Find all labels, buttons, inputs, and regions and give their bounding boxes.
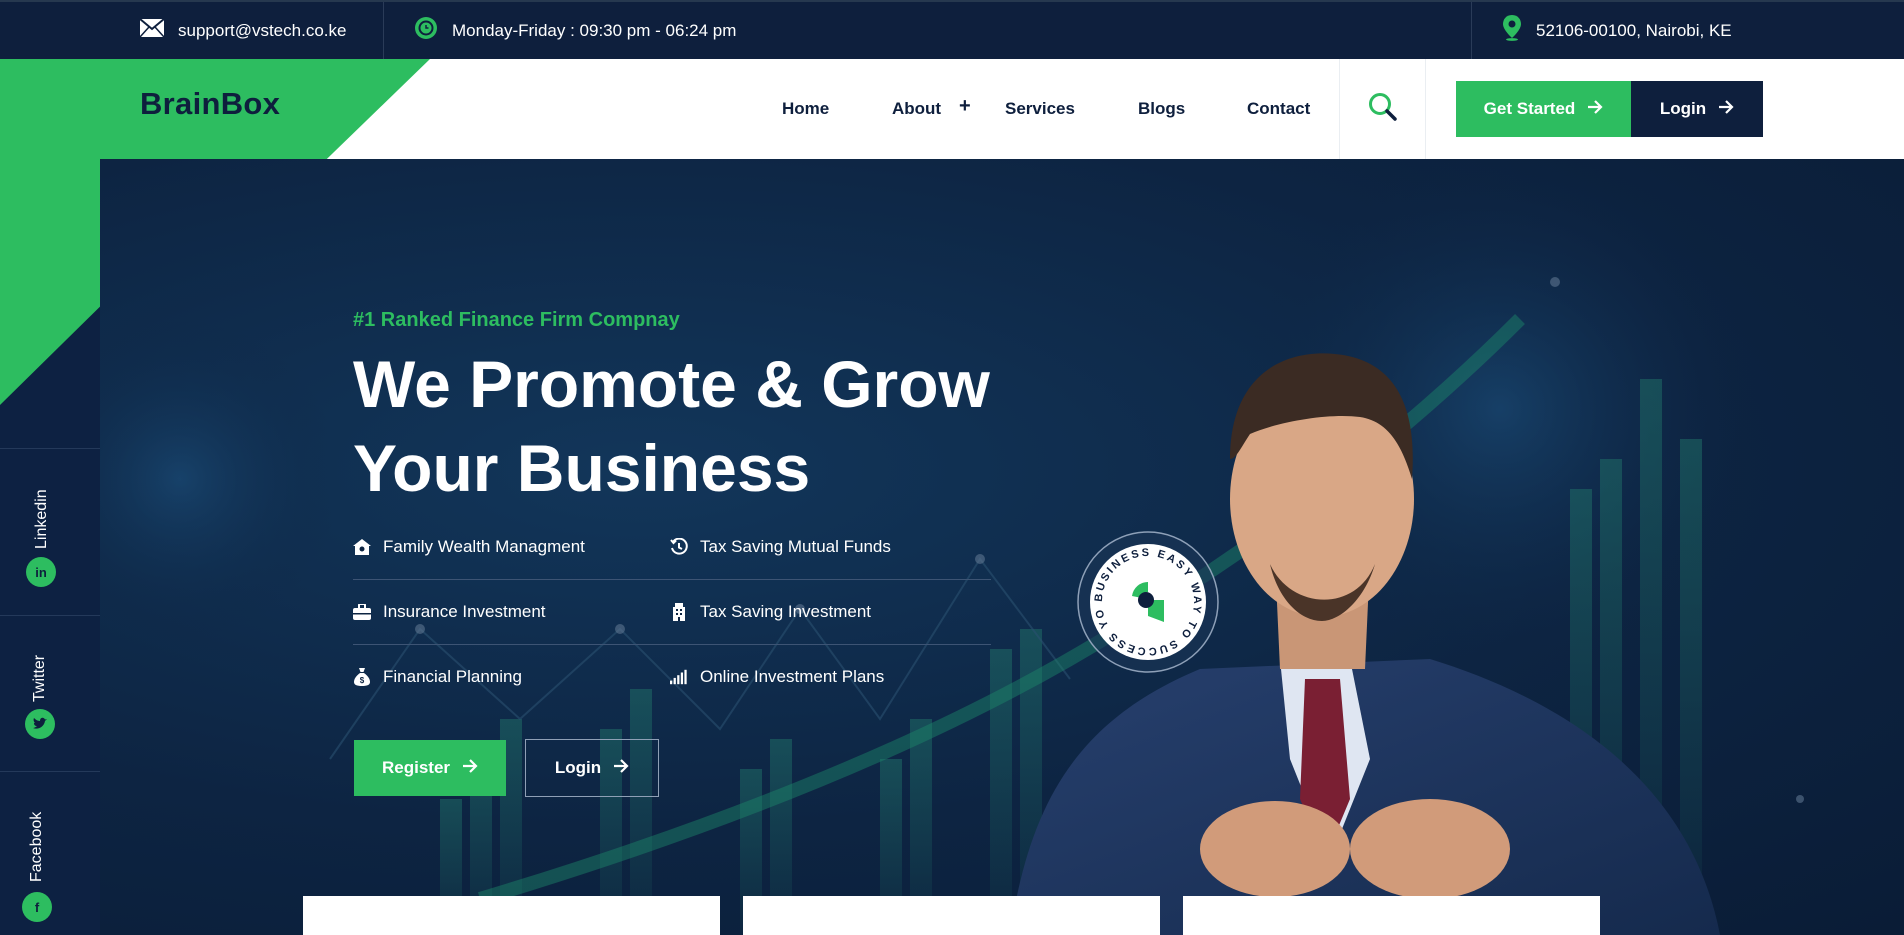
search-button[interactable] [1339, 59, 1426, 159]
topbar-divider [383, 2, 384, 59]
feature-tax-mutual-funds: Tax Saving Mutual Funds [670, 537, 891, 557]
hours-text: Monday-Friday : 09:30 pm - 06:24 pm [452, 20, 737, 40]
get-started-label: Get Started [1483, 99, 1576, 118]
email-info[interactable]: support@vstech.co.ke [139, 2, 347, 59]
feature-online-investment: Online Investment Plans [670, 667, 884, 687]
headline-line-1: We Promote & Grow [353, 347, 990, 421]
arrow-right-icon [462, 758, 478, 778]
topbar-divider [1471, 2, 1472, 59]
header-login-button[interactable]: Login [1631, 81, 1763, 137]
arrow-right-icon [1587, 99, 1603, 119]
hours-info: Monday-Friday : 09:30 pm - 06:24 pm [414, 2, 736, 59]
hero-tagline: #1 Ranked Finance Firm Compnay [353, 309, 680, 331]
get-started-button[interactable]: Get Started [1456, 81, 1631, 137]
briefcase-icon [353, 603, 371, 621]
arrow-right-icon [1718, 99, 1734, 119]
money-bag-icon: $ [353, 668, 371, 686]
success-badge: BUSINESS EASY WAY TO SUCCESS YOUR [1071, 521, 1220, 674]
map-pin-icon [1502, 15, 1522, 46]
headline-line-2: Your Business [353, 431, 811, 505]
nav-home[interactable]: Home [782, 99, 829, 119]
hero-login-button[interactable]: Login [525, 739, 659, 797]
history-icon [670, 538, 688, 556]
nav-services[interactable]: Services [1005, 99, 1075, 119]
facebook-label: Facebook [28, 811, 45, 882]
hero-headline: We Promote & Grow Your Business [353, 342, 1053, 510]
hero-login-label: Login [554, 758, 602, 777]
clock-icon [414, 16, 438, 45]
service-card[interactable] [1183, 896, 1600, 935]
nav-blogs[interactable]: Blogs [1138, 99, 1185, 119]
email-text: support@vstech.co.ke [178, 20, 347, 40]
address-text: 52106-00100, Nairobi, KE [1536, 20, 1732, 40]
svg-text:$: $ [360, 676, 365, 685]
feature-tax-investment: Tax Saving Investment [670, 602, 871, 622]
envelope-icon [139, 18, 165, 42]
service-card[interactable] [743, 896, 1160, 935]
service-card[interactable] [303, 896, 720, 935]
arrow-right-icon [613, 758, 629, 778]
social-sidebar: Linkedin in Twitter Facebook f [0, 405, 100, 935]
building-icon [670, 603, 688, 621]
facebook-icon: f [22, 892, 52, 922]
nav-about[interactable]: About [892, 99, 941, 119]
nav-about-expand-toggle[interactable]: + [959, 95, 971, 118]
address-info: 52106-00100, Nairobi, KE [1502, 2, 1732, 59]
twitter-icon [25, 709, 55, 739]
header-login-label: Login [1659, 99, 1707, 118]
linkedin-icon: in [26, 557, 56, 587]
twitter-label: Twitter [31, 654, 48, 702]
feature-divider [353, 644, 991, 645]
top-info-bar: support@vstech.co.ke Monday-Friday : 09:… [0, 0, 1904, 59]
home-icon [353, 538, 371, 556]
signal-bars-icon [670, 668, 688, 686]
feature-family-wealth: Family Wealth Managment [353, 537, 585, 557]
register-label: Register [381, 758, 451, 777]
social-twitter[interactable]: Twitter [0, 615, 100, 775]
search-icon [1368, 92, 1398, 127]
feature-financial-planning: $ Financial Planning [353, 667, 522, 687]
linkedin-label: Linkedin [33, 489, 50, 549]
social-facebook[interactable]: Facebook f [0, 771, 100, 935]
feature-insurance: Insurance Investment [353, 602, 546, 622]
feature-divider [353, 579, 991, 580]
left-accent-shape [0, 159, 100, 405]
register-button[interactable]: Register [354, 740, 506, 796]
nav-contact[interactable]: Contact [1247, 99, 1310, 119]
brand-logo[interactable]: BrainBox [140, 86, 280, 122]
social-linkedin[interactable]: Linkedin in [0, 448, 100, 618]
